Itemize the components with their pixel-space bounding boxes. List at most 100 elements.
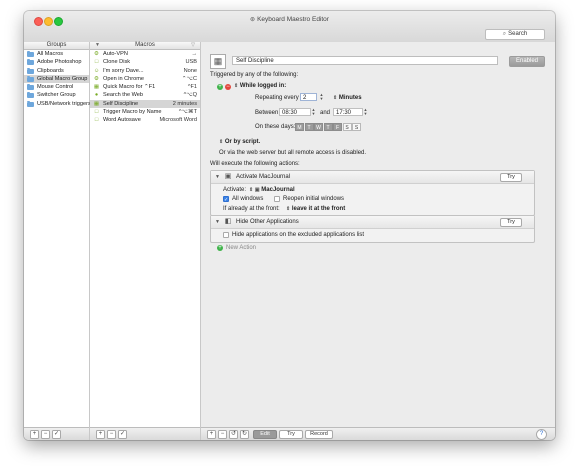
group-label: Mouse Control <box>37 84 74 91</box>
macro-label: Open in Chrome <box>103 75 145 82</box>
repeating-label: Repeating every <box>255 95 299 101</box>
group-item[interactable]: USB/Network triggers <box>24 100 91 108</box>
sort-icon[interactable]: ▼ <box>95 42 100 49</box>
groups-header: Groups <box>24 42 89 50</box>
disclosure-triangle-icon[interactable]: ▼ <box>215 219 220 225</box>
day-toggle[interactable]: T <box>323 123 333 131</box>
reopen-checkbox[interactable] <box>274 196 280 202</box>
macro-item[interactable]: ⚙ Open in Chrome ⌃⌥C <box>90 75 200 83</box>
action-header: ▼ ▣ Activate MacJournal Try <box>211 171 534 184</box>
macro-trigger: 2 minutes <box>172 100 197 107</box>
macro-label: Clone Disk <box>103 59 131 66</box>
add-trigger-icon[interactable]: + <box>217 84 223 90</box>
add-macro-button[interactable]: + <box>96 430 105 439</box>
repeat-value-field[interactable]: 2 <box>300 93 317 101</box>
all-windows-checkbox[interactable]: ✓ <box>223 196 229 203</box>
front-label: If already at the front: <box>223 206 280 212</box>
macro-trigger: ^⌥Q <box>183 92 197 99</box>
add-action-button[interactable]: + <box>207 430 216 439</box>
try-button[interactable]: Try <box>279 430 303 439</box>
macro-item[interactable]: ▦ Self Discipline 2 minutes <box>90 99 200 109</box>
remove-group-button[interactable]: − <box>41 430 50 439</box>
macro-item[interactable]: ● Search the Web ^⌥Q <box>90 91 200 99</box>
macro-icon: □ <box>94 117 99 124</box>
group-item[interactable]: Global Macro Group <box>24 74 89 84</box>
action-activate-app: ▼ ▣ Activate MacJournal Try Activate: ⇕ … <box>210 170 535 216</box>
macro-item[interactable]: ⚙ Auto-VPN → <box>90 50 200 58</box>
edit-button[interactable]: Edit <box>253 430 277 439</box>
new-action-label[interactable]: New Action <box>226 245 256 251</box>
macro-item[interactable]: □ Clone Disk USB <box>90 58 200 66</box>
app-popup[interactable]: ⇕ ▣ MacJournal <box>249 187 295 193</box>
updown-icon: ⇕ <box>333 95 338 101</box>
macro-item[interactable]: □ Trigger Macro by Name ^⌥⌘T <box>90 108 200 116</box>
macro-item[interactable]: □ Word Autosave Microsoft Word <box>90 116 200 124</box>
group-item[interactable]: Clipboards <box>24 67 89 75</box>
end-time-field[interactable]: 17:30 <box>333 108 363 116</box>
title-bar: ⊛ Keyboard Maestro Editor ⌕ Search <box>24 11 555 43</box>
hide-excluded-checkbox[interactable] <box>223 232 229 238</box>
activate-label: Activate: <box>223 187 247 193</box>
end-time-stepper[interactable]: ▲ ▼ <box>363 108 368 116</box>
front-option-popup[interactable]: ⇕ leave it at the front <box>286 206 345 212</box>
magnifier-icon: ⌕ <box>502 31 507 37</box>
group-label: USB/Network triggers <box>37 100 91 107</box>
redo-button[interactable]: ↻ <box>240 430 249 439</box>
remove-macro-button[interactable]: − <box>107 430 116 439</box>
start-time-field[interactable]: 08:30 <box>279 108 311 116</box>
add-group-button[interactable]: + <box>30 430 39 439</box>
undo-button[interactable]: ↺ <box>229 430 238 439</box>
between-label: Between <box>255 110 279 116</box>
trigger-type-popup[interactable]: ⇕ While logged in: <box>234 83 286 89</box>
or-script-popup[interactable]: ⇕ Or by script. <box>219 139 260 145</box>
macro-label: Search the Web <box>103 92 144 99</box>
repeat-unit-popup[interactable]: ⇕ Minutes <box>333 95 362 101</box>
on-days-label: On these days: <box>255 124 296 130</box>
editor-pane: ▦ Self Discipline Enabled Triggered by a… <box>201 42 555 440</box>
remove-trigger-icon[interactable]: − <box>225 84 231 90</box>
group-item[interactable]: Switcher Group <box>24 91 89 99</box>
day-toggle[interactable]: S <box>342 123 352 131</box>
try-action-button[interactable]: Try <box>500 218 522 227</box>
macro-item[interactable]: ▦ Quick Macro for ⌃F1 ^F1 <box>90 83 200 91</box>
folder-icon <box>27 100 34 107</box>
group-label: Clipboards <box>37 67 64 74</box>
group-item[interactable]: Adobe Photoshop <box>24 58 89 66</box>
day-toggle[interactable]: W <box>314 123 323 131</box>
main-window: ⊛ Keyboard Maestro Editor ⌕ Search Groups … <box>24 11 555 440</box>
group-item[interactable]: Mouse Control <box>24 83 89 91</box>
folder-icon <box>27 84 34 91</box>
enable-group-button[interactable]: ✓ <box>52 430 61 439</box>
help-button[interactable]: ? <box>536 429 547 440</box>
macro-label: Auto-VPN <box>103 51 128 57</box>
day-toggle[interactable]: S <box>352 123 361 131</box>
groups-list: All Macros Adobe Photoshop Clipboards Globa… <box>24 50 91 108</box>
disclosure-triangle-icon[interactable]: ▼ <box>215 174 220 180</box>
macro-item[interactable]: ☺ I'm sorry Dave... None <box>90 67 200 75</box>
search-field[interactable]: ⌕ Search <box>485 29 545 40</box>
macro-icon: ⚙ <box>94 51 99 57</box>
macro-name-field[interactable]: Self Discipline <box>232 56 498 65</box>
days-selector: MTWTFSS <box>295 123 361 132</box>
record-button[interactable]: Record <box>305 430 333 439</box>
day-toggle[interactable]: F <box>333 123 342 131</box>
macjournal-icon: ▣ <box>254 187 260 193</box>
start-time-stepper[interactable]: ▲ ▼ <box>311 108 316 116</box>
enable-macro-button[interactable]: ✓ <box>118 430 127 439</box>
try-action-button[interactable]: Try <box>500 173 522 182</box>
day-toggle[interactable]: M <box>295 123 304 131</box>
action-header: ▼ ◧ Hide Other Applications Try <box>211 216 534 229</box>
enabled-button[interactable]: Enabled <box>509 56 545 67</box>
day-toggle[interactable]: T <box>304 123 314 131</box>
macro-icon-well[interactable]: ▦ <box>210 54 226 69</box>
folder-icon <box>27 67 34 74</box>
remove-action-button[interactable]: − <box>218 430 227 439</box>
group-item[interactable]: All Macros <box>24 50 89 58</box>
new-action-icon[interactable]: + <box>217 245 223 251</box>
filter-icon[interactable]: ▽ <box>191 42 195 49</box>
and-label: and <box>320 110 331 116</box>
terminal-icon: ⊛ <box>250 17 256 23</box>
macro-icon: ▦ <box>93 100 100 107</box>
editor-bottom-bar: + − ↺ ↻ Edit Try Record ? <box>201 427 555 440</box>
repeat-stepper[interactable]: ▲ ▼ <box>319 93 324 101</box>
